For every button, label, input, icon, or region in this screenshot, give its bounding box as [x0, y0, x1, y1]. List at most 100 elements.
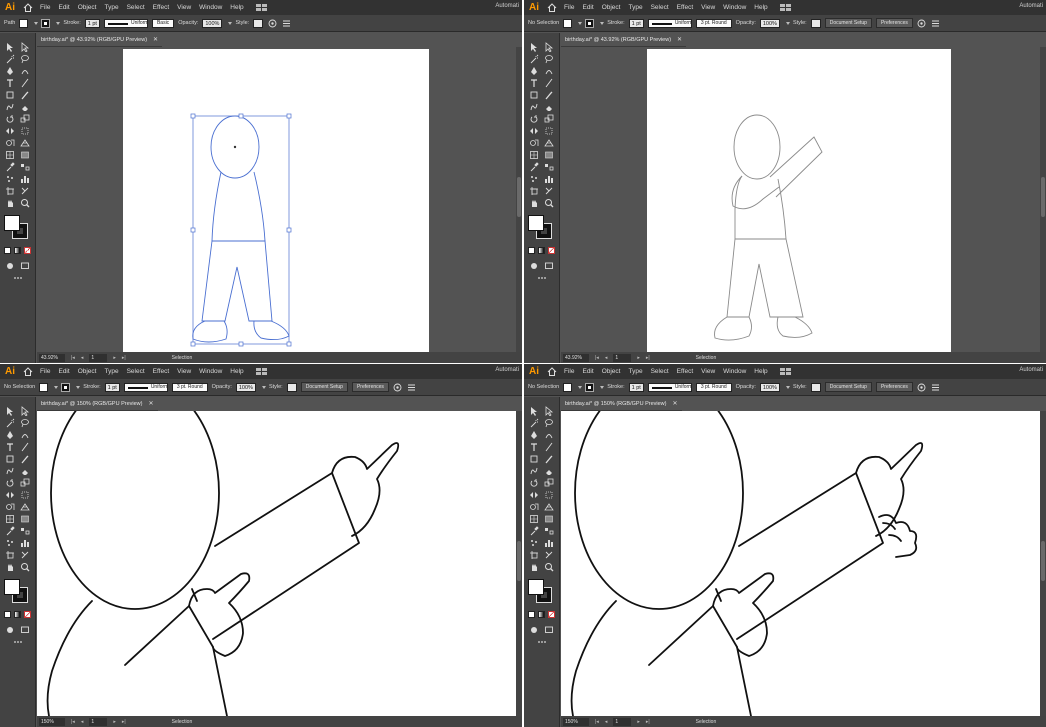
draw-mode-icon[interactable]	[529, 261, 539, 271]
type-tool-icon[interactable]	[5, 442, 15, 452]
opacity-field[interactable]: 100%	[759, 382, 780, 392]
workspace-switcher[interactable]: Automati	[1019, 367, 1043, 373]
zoom-level-field[interactable]: 43.92%	[563, 353, 589, 362]
menu-window[interactable]: Window	[195, 368, 226, 375]
document-tab[interactable]: birthday.ai* @ 150% (RGB/GPU Preview) ✕	[561, 397, 682, 411]
figure-raised-hand[interactable]	[855, 442, 924, 537]
figure-upper-arm[interactable]	[212, 472, 360, 640]
graphic-style-swatch[interactable]	[810, 18, 821, 28]
lasso-icon[interactable]	[544, 418, 554, 428]
eyedropper-icon[interactable]	[529, 526, 539, 536]
screen-mode-icon[interactable]	[20, 625, 30, 635]
document-setup-button[interactable]: Document Setup	[824, 18, 872, 28]
next-artboard-icon[interactable]: ▸	[113, 719, 116, 725]
document-setup-button[interactable]: Document Setup	[300, 382, 348, 392]
chevron-down-icon[interactable]	[32, 19, 39, 28]
shaper-tool-icon[interactable]	[5, 466, 15, 476]
menu-object[interactable]: Object	[598, 4, 625, 11]
menu-object[interactable]: Object	[74, 4, 101, 11]
figure-head[interactable]	[50, 411, 220, 610]
free-transform-icon[interactable]	[20, 126, 30, 136]
chevron-down-icon[interactable]	[52, 383, 59, 392]
mesh-tool-icon[interactable]	[529, 150, 539, 160]
canvas[interactable]	[37, 47, 522, 352]
eyedropper-icon[interactable]	[5, 162, 15, 172]
figure-head[interactable]	[733, 114, 781, 180]
arrange-documents-icon[interactable]	[255, 367, 270, 376]
artboard-number-field[interactable]: 1	[613, 717, 632, 726]
pen-tool-icon[interactable]	[5, 66, 15, 76]
color-mode-icon[interactable]	[528, 611, 535, 618]
figure-head[interactable]	[574, 411, 744, 610]
color-mode-icon[interactable]	[4, 611, 11, 618]
artboard[interactable]	[123, 49, 429, 352]
zoom-tool-icon[interactable]	[544, 562, 554, 572]
fill-color-box[interactable]	[4, 215, 20, 231]
menu-edit[interactable]: Edit	[578, 4, 597, 11]
gradient-mode-icon[interactable]	[538, 247, 545, 254]
artboard-number-field[interactable]: 1	[89, 353, 108, 362]
type-tool-icon[interactable]	[5, 78, 15, 88]
menu-file[interactable]: File	[36, 368, 54, 375]
menu-help[interactable]: Help	[226, 368, 247, 375]
more-options-icon[interactable]	[407, 382, 417, 392]
close-icon[interactable]: ✕	[153, 36, 158, 43]
chevron-down-icon[interactable]	[784, 383, 790, 392]
vertical-scrollbar[interactable]	[516, 411, 522, 716]
curvature-tool-icon[interactable]	[544, 66, 554, 76]
fill-color-box[interactable]	[4, 579, 20, 595]
stroke-weight-field[interactable]: 1 pt	[84, 18, 100, 28]
figure-torso[interactable]	[211, 171, 266, 242]
menu-window[interactable]: Window	[195, 4, 226, 11]
preferences-button[interactable]: Preferences	[875, 18, 913, 28]
variable-width-profile[interactable]: Uniform	[647, 18, 692, 28]
zoom-level-field[interactable]: 43.92%	[39, 353, 65, 362]
artboard-tool-icon[interactable]	[529, 186, 539, 196]
slice-tool-icon[interactable]	[20, 550, 30, 560]
stroke-weight-field[interactable]: 1 pt	[628, 382, 644, 392]
preferences-button[interactable]: Preferences	[351, 382, 389, 392]
blend-tool-icon[interactable]	[20, 162, 30, 172]
pen-tool-icon[interactable]	[5, 430, 15, 440]
workspace-switcher[interactable]: Automati	[495, 367, 519, 373]
artboard[interactable]	[37, 411, 522, 716]
blend-tool-icon[interactable]	[544, 526, 554, 536]
last-artboard-icon[interactable]: ▸|	[122, 355, 126, 361]
symbol-sprayer-icon[interactable]	[5, 538, 15, 548]
mesh-tool-icon[interactable]	[5, 514, 15, 524]
opacity-field[interactable]: 100%	[759, 18, 780, 28]
menu-effect[interactable]: Effect	[149, 368, 174, 375]
vertical-scrollbar[interactable]	[1040, 411, 1046, 716]
last-artboard-icon[interactable]: ▸|	[646, 355, 650, 361]
column-graph-icon[interactable]	[20, 538, 30, 548]
scale-tool-icon[interactable]	[544, 478, 554, 488]
eraser-icon[interactable]	[544, 466, 554, 476]
chevron-down-icon[interactable]	[260, 383, 266, 392]
none-mode-icon[interactable]	[24, 611, 31, 618]
home-icon[interactable]	[544, 2, 560, 14]
lasso-icon[interactable]	[20, 54, 30, 64]
width-tool-icon[interactable]	[5, 490, 15, 500]
figure-forearm[interactable]	[124, 605, 228, 716]
screen-mode-icon[interactable]	[20, 261, 30, 271]
scale-tool-icon[interactable]	[20, 478, 30, 488]
graphic-style-swatch[interactable]	[810, 382, 821, 392]
menu-view[interactable]: View	[697, 368, 719, 375]
column-graph-icon[interactable]	[544, 174, 554, 184]
chevron-down-icon[interactable]	[54, 19, 61, 28]
first-artboard-icon[interactable]: |◂	[595, 355, 599, 361]
canvas[interactable]	[561, 411, 1046, 716]
none-mode-icon[interactable]	[548, 247, 555, 254]
chevron-down-icon[interactable]	[598, 19, 605, 28]
artboard[interactable]	[561, 411, 1046, 716]
stroke-label[interactable]: Stroke:	[63, 20, 80, 26]
shaper-tool-icon[interactable]	[529, 102, 539, 112]
width-tool-icon[interactable]	[529, 490, 539, 500]
fill-stroke-widget[interactable]	[524, 579, 559, 605]
direct-selection-tool-icon[interactable]	[20, 42, 30, 52]
figure-left-foot[interactable]	[714, 316, 752, 341]
menu-edit[interactable]: Edit	[578, 368, 597, 375]
draw-mode-icon[interactable]	[5, 625, 15, 635]
selection-tool-icon[interactable]	[529, 42, 539, 52]
magic-wand-icon[interactable]	[5, 418, 15, 428]
